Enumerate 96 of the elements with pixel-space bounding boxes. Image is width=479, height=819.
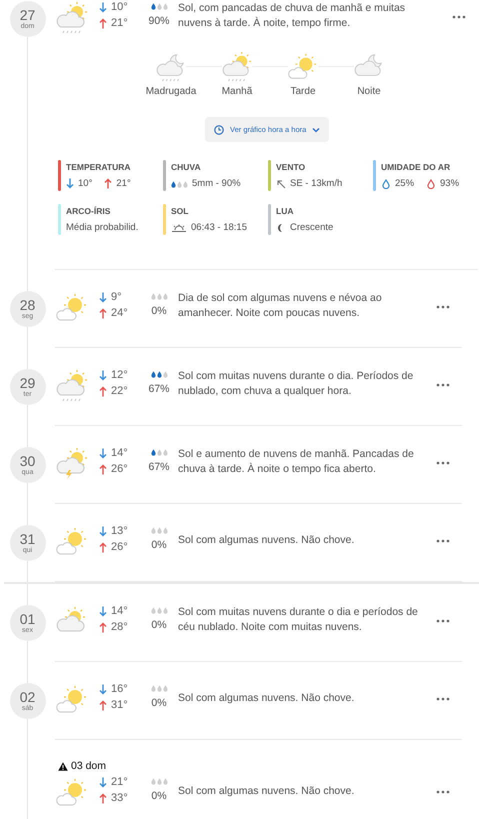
date-number: 01	[20, 612, 36, 626]
high-temperature: 31°	[111, 699, 128, 711]
wind-value: SE - 13km/h	[290, 178, 342, 189]
up-arrow-icon	[99, 700, 107, 710]
forecast-description: Sol com algumas nuvens. Não chove.	[178, 691, 356, 706]
low-temperature: 16°	[111, 683, 128, 695]
stat-title: CHUVA	[171, 162, 202, 172]
period-label: Manhã	[222, 86, 252, 97]
low-temperature: 13°	[111, 525, 128, 537]
humidity-max: 93%	[440, 178, 460, 189]
high-temperature: 26°	[111, 463, 128, 475]
down-arrow-icon	[99, 448, 107, 458]
more-icon[interactable]	[436, 539, 450, 543]
warning-icon	[58, 762, 68, 770]
humidity-min: 25%	[395, 178, 414, 189]
rainbow-value: Média probabilid.	[66, 222, 138, 233]
stat-title: LUA	[276, 206, 294, 216]
high-temperature: 33°	[111, 792, 128, 804]
up-arrow-icon	[99, 308, 107, 318]
forecast-description: Sol com algumas nuvens. Não chove.	[178, 784, 356, 799]
up-arrow-icon	[99, 542, 107, 552]
stat-title: ARCO-ÍRIS	[66, 206, 112, 216]
rain-chance: 0%	[151, 539, 167, 551]
high-temperature: 21°	[116, 178, 131, 189]
wind-direction-icon	[276, 178, 286, 188]
rain-chance: 0%	[151, 790, 167, 802]
rain-chance: 90%	[148, 15, 170, 27]
up-arrow-icon	[99, 622, 107, 632]
low-temperature: 12°	[111, 369, 128, 381]
date-label: 03 dom	[71, 760, 106, 772]
down-arrow-icon	[99, 526, 107, 536]
rain-chance: 0%	[151, 305, 167, 317]
up-arrow-icon	[104, 178, 112, 189]
low-temperature: 14°	[111, 605, 128, 617]
up-arrow-icon	[99, 386, 107, 396]
more-icon[interactable]	[436, 697, 450, 701]
period-label: Tarde	[290, 86, 316, 97]
down-arrow-icon	[99, 2, 107, 12]
date-number: 29	[20, 376, 36, 390]
moon-phase: Crescente	[290, 222, 334, 233]
clock-icon	[214, 124, 224, 134]
chevron-down-icon	[312, 126, 320, 132]
high-temperature: 22°	[111, 385, 128, 397]
date-number: 27	[20, 8, 36, 22]
sun-times: 06:43 - 18:15	[191, 222, 247, 233]
drop-icon	[381, 178, 391, 188]
forecast-description: Sol com muitas nuvens durante o dia. Períodos de nublado, com chuva a qualquer hora.	[178, 369, 414, 399]
stat-title: UMIDADE DO AR	[381, 162, 452, 172]
date-number: 30	[20, 454, 36, 468]
date-number: 31	[20, 532, 36, 546]
low-temperature: 10°	[78, 178, 92, 189]
up-arrow-icon	[99, 792, 107, 804]
down-arrow-icon	[66, 178, 74, 189]
rain-chance: 0%	[151, 697, 167, 709]
low-temperature: 14°	[111, 447, 128, 459]
up-arrow-icon	[99, 464, 107, 474]
sunrise-icon	[171, 224, 187, 232]
forecast-description: Dia de sol com algumas nuvens e névoa ao amanhecer. Noite com poucas nuvens.	[178, 291, 383, 321]
high-temperature: 26°	[111, 541, 128, 553]
more-icon[interactable]	[436, 619, 450, 623]
stat-title: SOL	[171, 206, 190, 216]
down-arrow-icon	[99, 776, 107, 788]
date-number: 28	[20, 298, 36, 312]
forecast-description: Sol e aumento de nuvens de manhã. Pancadas de chuva à tarde. À noite o tempo fica aberto.	[178, 447, 415, 477]
sun-cloud-lightning-icon	[56, 448, 88, 480]
rain-chance: 0%	[151, 619, 167, 631]
sun-cloud-rain-icon	[56, 370, 88, 402]
more-icon[interactable]	[436, 305, 450, 309]
forecast-description: Sol com algumas nuvens. Não chove.	[178, 533, 356, 548]
high-temperature: 24°	[111, 307, 128, 319]
forecast-description: Sol, com pancadas de chuva de manhã e muitas nuvens à tarde. À noite, tempo firme.	[178, 1, 406, 31]
high-temperature: 28°	[111, 621, 128, 633]
low-temperature: 21°	[111, 776, 128, 788]
rain-chance: 67%	[148, 383, 170, 395]
low-temperature: 10°	[111, 1, 128, 13]
period-label: Noite	[357, 86, 381, 97]
low-temperature: 9°	[111, 291, 122, 303]
up-arrow-icon	[99, 18, 107, 28]
sun-cloud-rain-icon	[56, 2, 88, 34]
stat-title: TEMPERATURA	[66, 162, 131, 172]
more-icon[interactable]	[452, 15, 466, 19]
forecast-description: Sol com muitas nuvens durante o dia e períodos de céu nublado. Noite com muitas nuvens.	[178, 605, 419, 635]
more-icon[interactable]	[436, 461, 450, 465]
period-label: Madrugada	[146, 86, 196, 97]
rain-chance: 67%	[148, 461, 170, 473]
down-arrow-icon	[99, 370, 107, 380]
down-arrow-icon	[99, 292, 107, 302]
rain-amount: 5mm - 90%	[192, 178, 241, 189]
down-arrow-icon	[99, 684, 107, 694]
stat-title: VENTO	[276, 162, 306, 172]
more-icon[interactable]	[436, 790, 450, 794]
more-icon[interactable]	[436, 383, 450, 387]
drop-icon	[426, 178, 436, 188]
high-temperature: 21°	[111, 17, 128, 29]
date-number: 02	[20, 690, 36, 704]
down-arrow-icon	[99, 606, 107, 616]
